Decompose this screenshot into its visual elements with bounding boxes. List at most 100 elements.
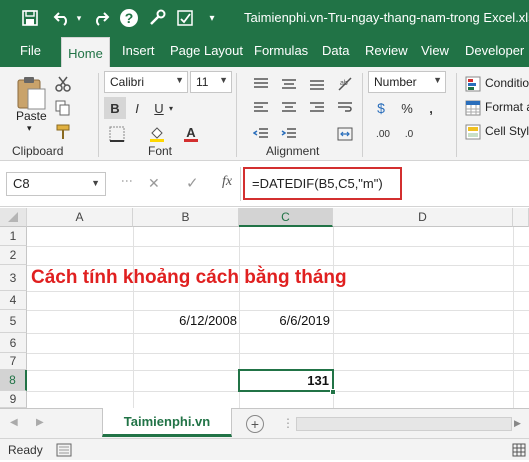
align-middle-icon[interactable] [278,73,300,95]
column-header-a[interactable]: A [27,208,133,227]
cell-c5[interactable]: 6/6/2019 [239,313,330,328]
row-header-3[interactable]: 3 [0,265,27,291]
scroll-left-icon[interactable]: ◀ [10,417,18,428]
paste-dropdown-icon[interactable]: ▾ [27,123,32,134]
tab-data[interactable]: Data [322,43,349,58]
format-as-table-button[interactable]: Format a [485,100,529,114]
tab-formulas[interactable]: Formulas [254,43,308,58]
decrease-decimal-button[interactable]: .0 [398,123,420,145]
clipboard-group-label: Clipboard [12,144,64,158]
row-header-9[interactable]: 9 [0,391,27,408]
number-format-select[interactable]: Number ▼ [368,71,446,93]
redo-icon[interactable] [90,6,112,30]
format-as-table-icon[interactable] [462,97,484,119]
currency-button[interactable]: $ [370,97,392,119]
bold-button[interactable]: B [104,97,126,119]
ribbon: Paste ▾ Clipboard Calibri ▼ 11 ▼ B I U ▾ A… [0,67,529,161]
format-painter-icon[interactable] [52,121,74,143]
underline-dropdown-icon[interactable]: ▾ [166,97,176,119]
divider [362,73,363,157]
merge-center-icon[interactable] [334,123,356,145]
fill-handle[interactable] [330,389,336,395]
tab-review[interactable]: Review [365,43,408,58]
paste-icon[interactable] [14,75,48,111]
cancel-button[interactable]: ✕ [148,175,160,192]
row-header-4[interactable]: 4 [0,291,27,310]
tab-view[interactable]: View [421,43,449,58]
divider [456,73,457,157]
view-normal-icon[interactable] [512,443,526,462]
spellcheck-icon[interactable] [174,6,196,30]
font-color-button[interactable]: A [180,123,202,145]
decrease-indent-icon[interactable] [250,123,272,145]
cut-icon[interactable] [52,73,74,95]
add-sheet-button[interactable]: + [246,415,264,433]
cell-styles-button[interactable]: Cell Styl [485,124,529,138]
align-left-icon[interactable] [250,97,272,119]
borders-icon[interactable] [106,123,128,145]
cell-b5[interactable]: 6/12/2008 [133,313,237,328]
chevron-down-icon[interactable]: ▼ [91,178,100,188]
undo-dropdown-icon[interactable]: ▾ [74,6,84,30]
increase-decimal-button[interactable]: .00 [372,123,394,145]
tab-insert[interactable]: Insert [122,43,155,58]
comma-button[interactable]: , [420,97,442,119]
chevron-down-icon: ▼ [219,75,228,85]
horizontal-scrollbar[interactable] [296,417,512,431]
column-header-c[interactable]: C [239,208,333,227]
column-header-d[interactable]: D [333,208,513,227]
worksheet-grid[interactable]: A B C D 1 2 3 4 5 6 7 8 9 Cách tính khoả… [0,208,529,408]
copy-icon[interactable] [52,97,74,119]
cell-c8[interactable]: 131 [239,373,329,388]
more-options-icon[interactable]: ⋮ [120,175,134,186]
orientation-icon[interactable]: ab [334,73,356,95]
cell-styles-icon[interactable] [462,121,484,143]
save-icon[interactable] [18,6,42,30]
font-name-select[interactable]: Calibri ▼ [104,71,188,93]
align-bottom-icon[interactable] [306,73,328,95]
sheet-tab-active[interactable]: Taimienphi.vn [102,408,232,437]
tab-file[interactable]: File [20,43,41,58]
help-icon[interactable]: ? [118,6,140,30]
divider [236,73,237,157]
select-all-corner[interactable] [0,208,27,227]
row-header-6[interactable]: 6 [0,333,27,353]
tab-developer[interactable]: Developer [465,43,524,58]
font-size-select[interactable]: 11 ▼ [190,71,232,93]
paste-button[interactable]: Paste [16,109,47,123]
customize-qa-icon[interactable]: ▾ [204,6,220,30]
fill-color-icon[interactable] [146,123,168,145]
row-header-5[interactable]: 5 [0,310,27,333]
scroll-right-arrow-icon[interactable]: ▶ [514,418,521,429]
alignment-group-label: Alignment [266,144,320,158]
tools-icon[interactable] [146,6,168,30]
percent-button[interactable]: % [396,97,418,119]
conditional-formatting-button[interactable]: Conditio [485,76,529,90]
column-header-e[interactable] [513,208,529,227]
macro-record-icon[interactable] [56,443,72,462]
number-format-value: Number [374,75,417,89]
enter-button[interactable]: ✓ [186,174,199,192]
tab-split-handle-icon[interactable]: ⋮ [282,416,294,430]
align-top-icon[interactable] [250,73,272,95]
scroll-right-icon[interactable]: ▶ [36,417,44,428]
formula-divider [240,167,241,201]
tab-home[interactable]: Home [61,37,110,68]
undo-icon[interactable] [50,6,74,30]
insert-function-button[interactable]: fx [222,174,232,190]
row-header-2[interactable]: 2 [0,246,27,265]
increase-indent-icon[interactable] [278,123,300,145]
align-center-icon[interactable] [278,97,300,119]
conditional-formatting-icon[interactable] [462,73,484,95]
column-header-b[interactable]: B [133,208,239,227]
italic-button[interactable]: I [126,97,148,119]
cell-a3-title[interactable]: Cách tính khoảng cách bằng tháng [31,267,347,289]
align-right-icon[interactable] [306,97,328,119]
row-header-7[interactable]: 7 [0,353,27,370]
row-header-8[interactable]: 8 [0,370,27,391]
tab-page-layout[interactable]: Page Layout [170,43,243,58]
name-box[interactable]: C8 ▼ [6,172,106,196]
wrap-text-icon[interactable] [334,97,356,119]
row-header-1[interactable]: 1 [0,227,27,246]
formula-input[interactable]: =DATEDIF(B5,C5,"m") [243,167,402,200]
